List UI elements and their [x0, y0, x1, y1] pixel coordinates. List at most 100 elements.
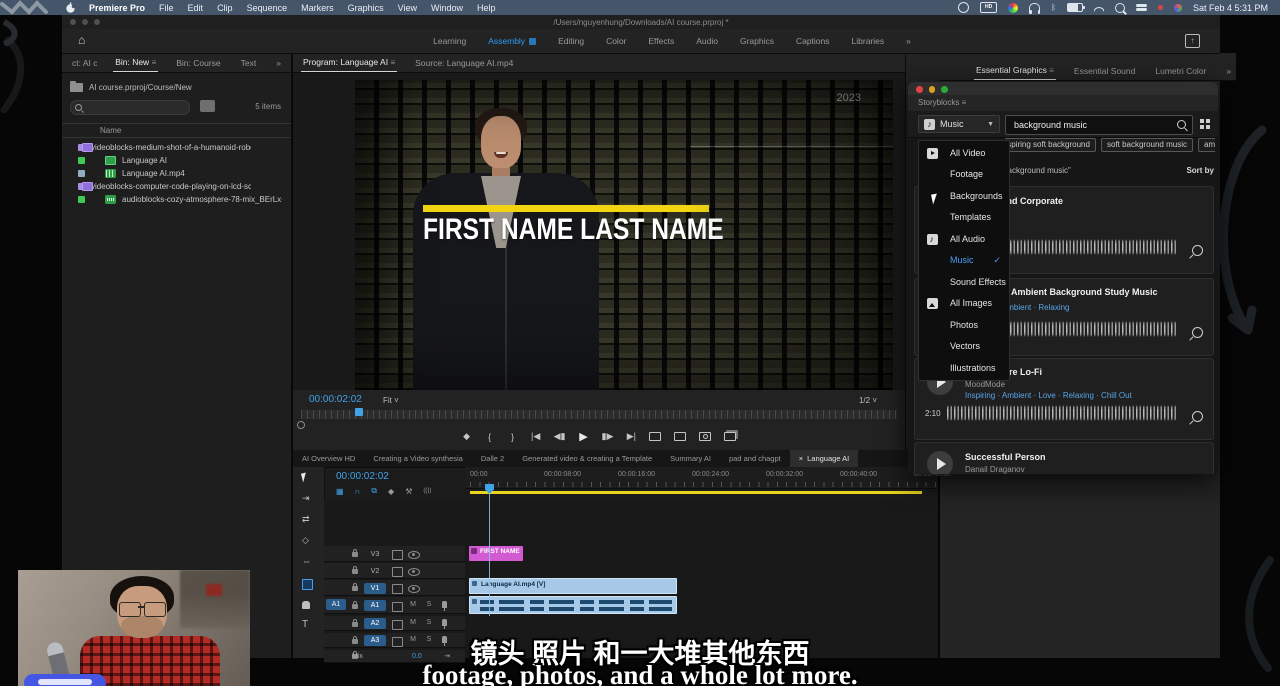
- workspace-tab-color[interactable]: Color: [606, 36, 626, 46]
- status-spotlight-icon[interactable]: [1115, 3, 1125, 13]
- track-name-a2[interactable]: A2: [364, 618, 386, 629]
- workspace-tab-audio[interactable]: Audio: [696, 36, 718, 46]
- lift-icon[interactable]: [649, 432, 661, 441]
- status-hd-icon[interactable]: HD: [980, 2, 997, 13]
- bin-row[interactable]: videoblocks-computer-code-playing-on-lcd…: [62, 180, 291, 193]
- track-header-a2[interactable]: A2 M S: [324, 616, 465, 631]
- suggestion-chip[interactable]: ambient: [1198, 138, 1215, 152]
- track-visibility-eye-icon[interactable]: [408, 585, 420, 593]
- export-frame-icon[interactable]: [699, 432, 711, 441]
- graphics-panel-overflow[interactable]: »: [1224, 61, 1233, 80]
- storyblocks-search-box[interactable]: [1005, 115, 1193, 135]
- mark-out-icon[interactable]: }: [508, 432, 518, 442]
- menu-item-templates[interactable]: Templates: [919, 207, 1009, 229]
- storyblocks-search-input[interactable]: [1012, 117, 1166, 133]
- sync-lock-icon[interactable]: [392, 567, 403, 577]
- program-playhead[interactable]: [355, 408, 363, 416]
- panel-menu-icon[interactable]: ≡: [390, 58, 395, 67]
- audio-clip-language-ai[interactable]: [469, 596, 677, 614]
- workspace-tab-effects[interactable]: Effects: [648, 36, 674, 46]
- nest-toggle-icon[interactable]: ▦: [336, 487, 344, 496]
- track-name-v3[interactable]: V3: [364, 549, 386, 560]
- menu-item-photos[interactable]: Photos: [919, 315, 1009, 337]
- workspace-tab-libraries[interactable]: Libraries: [852, 36, 885, 46]
- go-to-out-icon[interactable]: ▶|: [626, 431, 636, 442]
- storyblocks-titlebar[interactable]: [908, 82, 1218, 95]
- lock-icon[interactable]: [352, 586, 358, 591]
- bin-row[interactable]: videoblocks-medium-shot-of-a-humanoid-ro…: [62, 141, 291, 154]
- bin-search-input[interactable]: [87, 101, 187, 114]
- lock-icon[interactable]: [352, 604, 358, 609]
- mute-button[interactable]: M: [408, 619, 418, 626]
- bin-row[interactable]: audioblocks-cozy-atmosphere-78-mix_BErLx…: [62, 193, 291, 206]
- menu-help[interactable]: Help: [477, 3, 496, 13]
- tab-bin-new[interactable]: Bin: New ≡: [113, 52, 158, 72]
- status-record-icon[interactable]: [958, 2, 969, 13]
- bin-column-header[interactable]: Name: [62, 123, 291, 138]
- tab-bin-course[interactable]: Bin: Course: [174, 53, 222, 72]
- menu-view[interactable]: View: [398, 3, 417, 13]
- ripple-edit-tool-icon[interactable]: ⇄: [302, 514, 310, 525]
- play-button-icon[interactable]: [927, 451, 953, 474]
- track-tags[interactable]: Inspiring · Ambient · Love · Relaxing · …: [965, 391, 1132, 400]
- tab-project-ai-course[interactable]: ct: AI course: [70, 53, 97, 72]
- workspace-tab-learning[interactable]: Learning: [433, 36, 466, 46]
- panel-menu-icon[interactable]: ≡: [962, 98, 967, 107]
- sync-lock-icon[interactable]: [392, 620, 403, 630]
- comparison-view-icon[interactable]: [724, 432, 736, 441]
- sort-by-dropdown[interactable]: Sort by: [1186, 166, 1214, 175]
- new-bin-icon[interactable]: [200, 100, 215, 112]
- bin-search-box[interactable]: [70, 100, 190, 115]
- timeline-timecode[interactable]: 00:00:02:02: [336, 471, 389, 482]
- track-visibility-eye-icon[interactable]: [408, 551, 420, 559]
- razor-tool-icon[interactable]: ◇: [302, 535, 309, 546]
- sync-lock-icon[interactable]: [392, 584, 403, 594]
- tab-source-monitor[interactable]: Source: Language AI.mp4: [413, 53, 515, 72]
- menubar-app-name[interactable]: Premiere Pro: [89, 3, 145, 13]
- track-header-v3[interactable]: V3: [324, 546, 465, 562]
- media-type-dropdown-button[interactable]: ♪ Music ▼: [918, 115, 1000, 133]
- zoom-traffic-light[interactable]: [941, 86, 948, 93]
- sync-lock-icon[interactable]: [392, 550, 403, 560]
- workspace-tab-captions[interactable]: Captions: [796, 36, 830, 46]
- tab-text[interactable]: Text: [239, 53, 259, 72]
- menu-item-illustrations[interactable]: Illustrations: [919, 358, 1009, 380]
- track-visibility-eye-icon[interactable]: [408, 568, 420, 576]
- go-to-in-icon[interactable]: |◀: [531, 431, 541, 442]
- sync-lock-icon[interactable]: [392, 602, 403, 612]
- bin-row[interactable]: Language AI.mp4: [62, 167, 291, 180]
- solo-button[interactable]: S: [424, 619, 434, 626]
- menu-graphics[interactable]: Graphics: [348, 3, 384, 13]
- menu-window[interactable]: Window: [431, 3, 463, 13]
- status-app-dot-icon[interactable]: [1174, 4, 1182, 12]
- storyblocks-panel-tab[interactable]: Storyblocks ≡: [908, 95, 1218, 111]
- menu-item-all-video[interactable]: All Video: [919, 143, 1009, 165]
- tab-essential-graphics[interactable]: Essential Graphics ≡: [974, 60, 1056, 80]
- menu-file[interactable]: File: [159, 3, 174, 13]
- label-color-swatch[interactable]: [78, 157, 85, 164]
- suggestion-chip[interactable]: soft background music: [1101, 138, 1193, 152]
- menu-item-all-images[interactable]: All Images: [919, 293, 1009, 315]
- mute-button[interactable]: M: [408, 601, 418, 608]
- tab-essential-sound[interactable]: Essential Sound: [1072, 61, 1137, 80]
- menu-edit[interactable]: Edit: [188, 3, 204, 13]
- project-panel-overflow[interactable]: »: [274, 53, 283, 72]
- captions-icon[interactable]: (()): [423, 488, 431, 494]
- play-icon[interactable]: ▶: [579, 430, 589, 443]
- close-icon[interactable]: ×: [799, 450, 803, 467]
- status-headphones-icon[interactable]: [1029, 3, 1040, 12]
- sequence-tab[interactable]: Generated video & creating a Template: [513, 454, 661, 463]
- quick-export-icon[interactable]: ↑: [1185, 34, 1200, 48]
- track-header-v1[interactable]: V1: [324, 580, 465, 596]
- status-battery-icon[interactable]: [1067, 3, 1083, 12]
- workspace-overflow-chevron[interactable]: »: [906, 36, 911, 46]
- workspace-tab-graphics[interactable]: Graphics: [740, 36, 774, 46]
- grid-view-icon[interactable]: [1200, 119, 1210, 129]
- rectangle-tool-icon[interactable]: [302, 579, 313, 590]
- video-clip-language-ai[interactable]: Language AI.mp4 [V]: [469, 578, 677, 594]
- slip-tool-icon[interactable]: ⇔: [302, 556, 311, 566]
- workspace-tab-assembly[interactable]: Assembly: [488, 36, 536, 46]
- status-bluetooth-icon[interactable]: ᛒ: [1051, 3, 1056, 12]
- menu-item-footage[interactable]: Footage: [919, 164, 1009, 186]
- lock-icon[interactable]: [352, 569, 358, 574]
